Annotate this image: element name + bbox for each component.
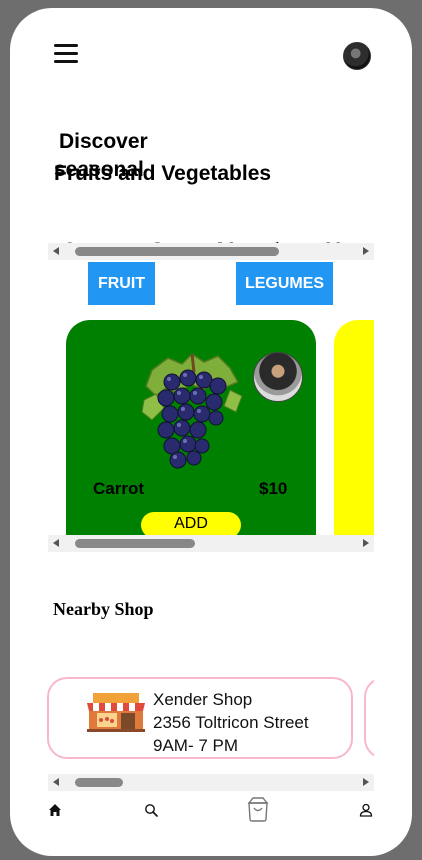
hero-title-line1: Discover — [59, 130, 148, 153]
scroll-right-arrow-icon[interactable] — [363, 539, 369, 547]
category-legumes-button[interactable]: LEGUMES — [236, 262, 333, 305]
shop-carousel: Xender Shop 2356 Toltricon Street 9AM- 7… — [46, 676, 374, 764]
product-card-next[interactable] — [334, 320, 374, 535]
scroll-right-arrow-icon[interactable] — [363, 778, 369, 786]
shop-address: 2356 Toltricon Street — [153, 713, 309, 732]
scrollbar-thumb[interactable] — [75, 539, 195, 548]
scroll-left-arrow-icon[interactable] — [53, 247, 59, 255]
scrollbar-thumb[interactable] — [75, 247, 279, 256]
bottom-navigation — [10, 796, 412, 826]
home-icon[interactable] — [48, 803, 62, 817]
product-carousel: Carrot $10 ADD — [48, 320, 374, 535]
scroll-left-arrow-icon[interactable] — [53, 778, 59, 786]
product-carousel-scrollbar[interactable] — [48, 535, 374, 552]
storefront-icon — [87, 693, 145, 732]
hero-title-line3: Fruits and Vegetables — [54, 162, 272, 185]
shopping-bag-icon[interactable] — [246, 796, 270, 822]
user-icon[interactable] — [359, 803, 373, 817]
phone-screen: Discover seasonal Fruits and Vegetables … — [10, 8, 412, 856]
shop-name: Xender Shop — [153, 690, 253, 709]
nearby-shop-heading: Nearby Shop — [53, 599, 154, 619]
category-fruit-button[interactable]: FRUIT — [88, 262, 155, 305]
seller-avatar[interactable] — [253, 352, 303, 402]
scrollbar-thumb[interactable] — [75, 778, 123, 787]
add-to-cart-button[interactable]: ADD — [141, 512, 241, 535]
scroll-right-arrow-icon[interactable] — [363, 247, 369, 255]
shop-card-next[interactable] — [364, 677, 374, 759]
grapes-image — [141, 353, 243, 469]
shop-carousel-scrollbar[interactable] — [48, 774, 374, 791]
search-icon[interactable] — [144, 803, 158, 817]
product-name: Carrot — [93, 479, 145, 498]
shop-hours: 9AM- 7 PM — [153, 736, 239, 755]
shop-details: Xender Shop 2356 Toltricon Street 9AM- 7… — [153, 688, 309, 757]
product-price: $10 — [259, 479, 288, 498]
hamburger-menu-icon[interactable] — [54, 44, 78, 64]
scroll-left-arrow-icon[interactable] — [53, 539, 59, 547]
user-avatar[interactable] — [343, 42, 371, 70]
shop-card[interactable]: Xender Shop 2356 Toltricon Street 9AM- 7… — [47, 677, 353, 759]
fruit-tabs-scrollbar[interactable] — [48, 243, 374, 260]
product-card[interactable]: Carrot $10 ADD — [66, 320, 316, 535]
